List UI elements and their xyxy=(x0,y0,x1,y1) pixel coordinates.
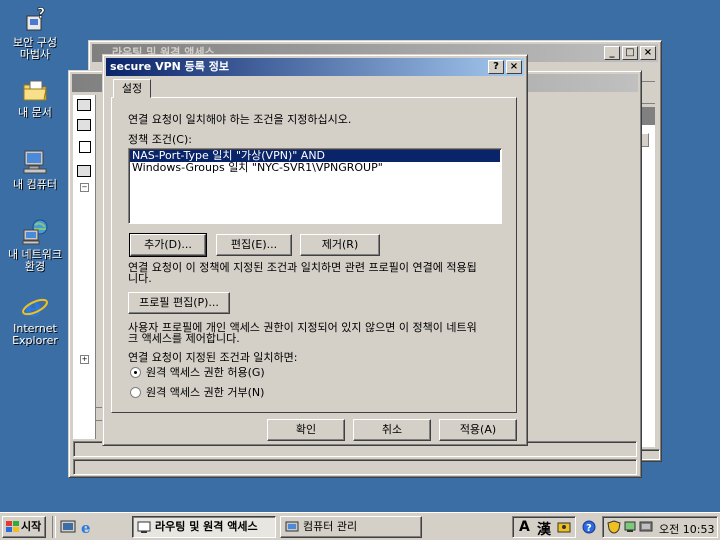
dialog-titlebar[interactable]: secure VPN 등록 정보 ? × xyxy=(106,58,524,76)
task-label: 라우팅 및 원격 액세스 xyxy=(155,520,258,533)
computer-small-icon xyxy=(77,99,91,111)
access-description-line2: 크 액세스를 제어합니다. xyxy=(128,332,240,345)
remove-condition-button[interactable]: 제거(R) xyxy=(300,234,380,256)
match-label: 연결 요청이 지정된 조건과 일치하면: xyxy=(128,351,298,364)
network-status-icon[interactable] xyxy=(623,520,637,534)
help-icon[interactable]: ? xyxy=(582,520,596,534)
taskbar: 시작 e 라우팅 및 원격 액세스 컴퓨터 관리 A 漢 ? 오전 10:53 xyxy=(0,512,720,540)
tab-settings-label: 설정 xyxy=(121,82,143,95)
desktop-icon-network-places[interactable]: 내 네트워크 환경 xyxy=(2,218,68,273)
clock[interactable]: 오전 10:53 xyxy=(659,521,714,537)
task-computer-management[interactable]: 컴퓨터 관리 xyxy=(280,516,422,538)
computer-management-icon xyxy=(285,521,299,532)
edit-profile-button[interactable]: 프로필 편집(P)... xyxy=(128,292,230,314)
monitor-tray-icon[interactable] xyxy=(639,520,653,534)
desktop-icon-label: Explorer xyxy=(12,334,58,347)
grant-access-label[interactable]: 원격 액세스 권한 허용(G) xyxy=(146,367,265,379)
desktop-icon-label: 내 문서 xyxy=(18,106,52,119)
desktop-icon-label: 마법사 xyxy=(19,48,51,61)
ime-tools-icon[interactable] xyxy=(557,520,571,534)
status-bar xyxy=(73,459,637,475)
network-icon xyxy=(22,219,48,245)
intro-text: 연결 요청이 일치해야 하는 조건을 지정하십시오. xyxy=(128,113,352,126)
language-bar[interactable]: A 漢 xyxy=(512,516,576,538)
svg-text:e: e xyxy=(81,519,91,535)
computer-icon xyxy=(23,150,47,174)
desktop-icon-security-wizard[interactable]: ? 보안 구성 마법사 xyxy=(2,6,68,61)
desktop-icon-my-computer[interactable]: 내 컴퓨터 xyxy=(2,148,68,191)
close-button[interactable]: × xyxy=(506,60,522,74)
routing-app-icon xyxy=(137,521,151,533)
security-shield-icon[interactable] xyxy=(607,520,621,534)
desktop-icon-label: 환경 xyxy=(24,260,46,273)
edit-condition-button[interactable]: 편집(E)... xyxy=(216,234,292,256)
taskbar-separator xyxy=(52,516,56,538)
quicklaunch-ie-icon[interactable]: e xyxy=(80,519,96,535)
desktop-icon-my-documents[interactable]: 내 문서 xyxy=(2,76,68,119)
add-condition-button[interactable]: 추가(D)... xyxy=(129,233,207,257)
conditions-label: 정책 조건(C): xyxy=(128,133,192,146)
ok-button[interactable]: 확인 xyxy=(267,419,345,441)
windows-logo-icon xyxy=(6,521,19,532)
computer-small-icon xyxy=(77,165,91,177)
deny-access-radio[interactable] xyxy=(130,387,141,398)
condition-item-selected[interactable]: NAS-Port-Type 일치 "가상(VPN)" AND xyxy=(130,150,500,162)
security-wizard-icon: ? xyxy=(26,6,45,31)
show-desktop-icon[interactable] xyxy=(60,519,76,535)
ime-alpha-toggle[interactable]: A xyxy=(519,519,530,535)
svg-text:?: ? xyxy=(586,523,592,534)
profile-description-line1: 연결 요청이 이 정책에 지정된 조건과 일치하면 관련 프로필이 연결에 적용… xyxy=(128,261,477,274)
folder-documents-icon xyxy=(23,80,47,101)
profile-description-line2: 니다. xyxy=(128,272,152,285)
desktop-icon-internet-explorer[interactable]: e Internet Explorer xyxy=(2,292,68,347)
apply-button[interactable]: 적용(A) xyxy=(439,419,517,441)
dialog-title: secure VPN 등록 정보 xyxy=(110,60,229,73)
tree-expand-icon[interactable]: + xyxy=(80,355,89,364)
close-button[interactable]: × xyxy=(640,46,656,60)
vpn-properties-dialog[interactable]: secure VPN 등록 정보 ? × 설정 연결 요청이 일치해야 하는 조… xyxy=(102,54,528,446)
start-button[interactable]: 시작 xyxy=(2,516,46,538)
help-button[interactable]: ? xyxy=(488,60,504,74)
tab-panel: 연결 요청이 일치해야 하는 조건을 지정하십시오. 정책 조건(C): NAS… xyxy=(111,97,517,413)
tab-settings[interactable]: 설정 xyxy=(113,79,151,98)
start-label: 시작 xyxy=(21,520,42,533)
tree-collapse-icon[interactable]: − xyxy=(80,183,89,192)
ime-hanja-toggle[interactable]: 漢 xyxy=(537,519,551,539)
tree-pane[interactable]: − + xyxy=(73,95,96,439)
maximize-button[interactable]: □ xyxy=(622,46,638,60)
task-label: 컴퓨터 관리 xyxy=(303,520,358,533)
cancel-button[interactable]: 취소 xyxy=(353,419,431,441)
deny-access-label[interactable]: 원격 액세스 권한 거부(N) xyxy=(146,387,264,399)
task-routing-remote-access[interactable]: 라우팅 및 원격 액세스 xyxy=(132,516,276,538)
computer-small-icon xyxy=(77,119,91,131)
svg-text:?: ? xyxy=(37,6,45,22)
system-tray: 오전 10:53 xyxy=(602,516,718,538)
conditions-list[interactable]: NAS-Port-Type 일치 "가상(VPN)" AND Windows-G… xyxy=(128,148,502,224)
internet-explorer-icon: e xyxy=(22,293,48,320)
grant-access-radio[interactable] xyxy=(130,367,141,378)
minimize-button[interactable]: _ xyxy=(604,46,620,60)
condition-item[interactable]: Windows-Groups 일치 "NYC-SVR1\VPNGROUP" xyxy=(130,162,500,174)
desktop-icon-label: 내 컴퓨터 xyxy=(13,178,57,191)
back-arrow-icon[interactable] xyxy=(79,141,91,153)
